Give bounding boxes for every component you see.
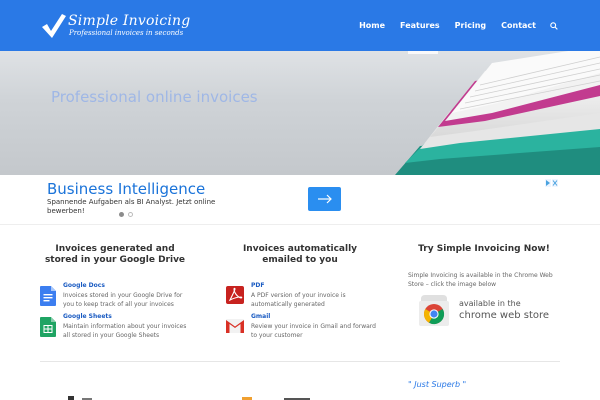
site-header: Simple Invoicing Professional invoices i… <box>0 0 600 51</box>
chrome-web-store-label: available in the chrome web store <box>459 298 549 322</box>
feature-google-docs: Google Docs Invoices stored in your Goog… <box>40 282 190 314</box>
hero-title: Professional online invoices <box>51 88 258 106</box>
feature-desc: Invoices stored in your Google Drive for… <box>63 292 183 308</box>
nav-home[interactable]: Home <box>359 21 385 30</box>
feature-name: Google Sheets <box>63 313 112 320</box>
ad-banner[interactable]: Business Intelligence Spannende Aufgaben… <box>0 175 600 225</box>
column-title-try: Try Simple Invoicing Now! <box>418 244 550 254</box>
feature-name: PDF <box>251 282 265 289</box>
pdf-icon <box>226 286 244 304</box>
ad-choices-icon[interactable] <box>545 179 558 187</box>
feature-pdf: PDF A PDF version of your invoice is aut… <box>226 282 376 314</box>
chrome-web-store-icon <box>419 295 449 326</box>
hero-banner: Professional online invoices <box>0 51 600 175</box>
slide-dot[interactable] <box>119 212 124 217</box>
column-title-drive: Invoices generated and stored in your Go… <box>44 244 186 265</box>
google-sheets-icon <box>40 317 56 337</box>
ad-text: Spannende Aufgaben als BI Analyst. Jetzt… <box>47 198 216 215</box>
logo-title: Simple Invoicing <box>68 13 191 29</box>
badge-line-2: chrome web store <box>459 310 550 321</box>
hero-tab-indicator <box>408 51 438 54</box>
feature-gmail: Gmail Review your invoice in Gmail and f… <box>226 313 376 345</box>
feature-name: Gmail <box>251 313 271 320</box>
slide-dot[interactable] <box>128 212 133 217</box>
main-nav: Home Features Pricing Contact <box>344 0 560 51</box>
testimonial-quote: " Just Superb " <box>408 380 467 389</box>
try-description: Simple Invoicing is available in the Chr… <box>408 272 553 288</box>
nav-contact[interactable]: Contact <box>501 21 536 30</box>
gmail-icon <box>226 319 244 333</box>
nav-features[interactable]: Features <box>400 21 440 30</box>
bottom-middle-image <box>242 397 310 400</box>
arrow-right-icon <box>317 194 332 204</box>
search-icon[interactable] <box>550 21 560 31</box>
checkmark-logo-icon <box>42 14 66 38</box>
folders-image <box>395 51 600 175</box>
chrome-web-store-badge[interactable]: available in the chrome web store <box>416 294 556 330</box>
feature-desc: Review your invoice in Gmail and forward… <box>251 323 376 339</box>
column-title-email: Invoices automatically emailed to you <box>242 244 358 265</box>
section-divider <box>40 361 560 362</box>
feature-name: Google Docs <box>63 282 105 289</box>
bottom-left-image <box>68 396 92 400</box>
feature-desc: A PDF version of your invoice is automat… <box>251 292 346 308</box>
ad-arrow-button[interactable] <box>308 187 341 211</box>
feature-desc: Maintain information about your invoices… <box>63 323 187 339</box>
ad-title[interactable]: Business Intelligence <box>47 180 205 198</box>
logo[interactable]: Simple Invoicing Professional invoices i… <box>40 12 190 40</box>
nav-pricing[interactable]: Pricing <box>455 21 486 30</box>
ad-slide-dots <box>119 212 137 217</box>
feature-google-sheets: Google Sheets Maintain information about… <box>40 313 190 345</box>
badge-line-1: available in the <box>459 299 521 308</box>
google-docs-icon <box>40 286 56 306</box>
logo-tagline: Professional invoices in seconds <box>69 29 184 37</box>
